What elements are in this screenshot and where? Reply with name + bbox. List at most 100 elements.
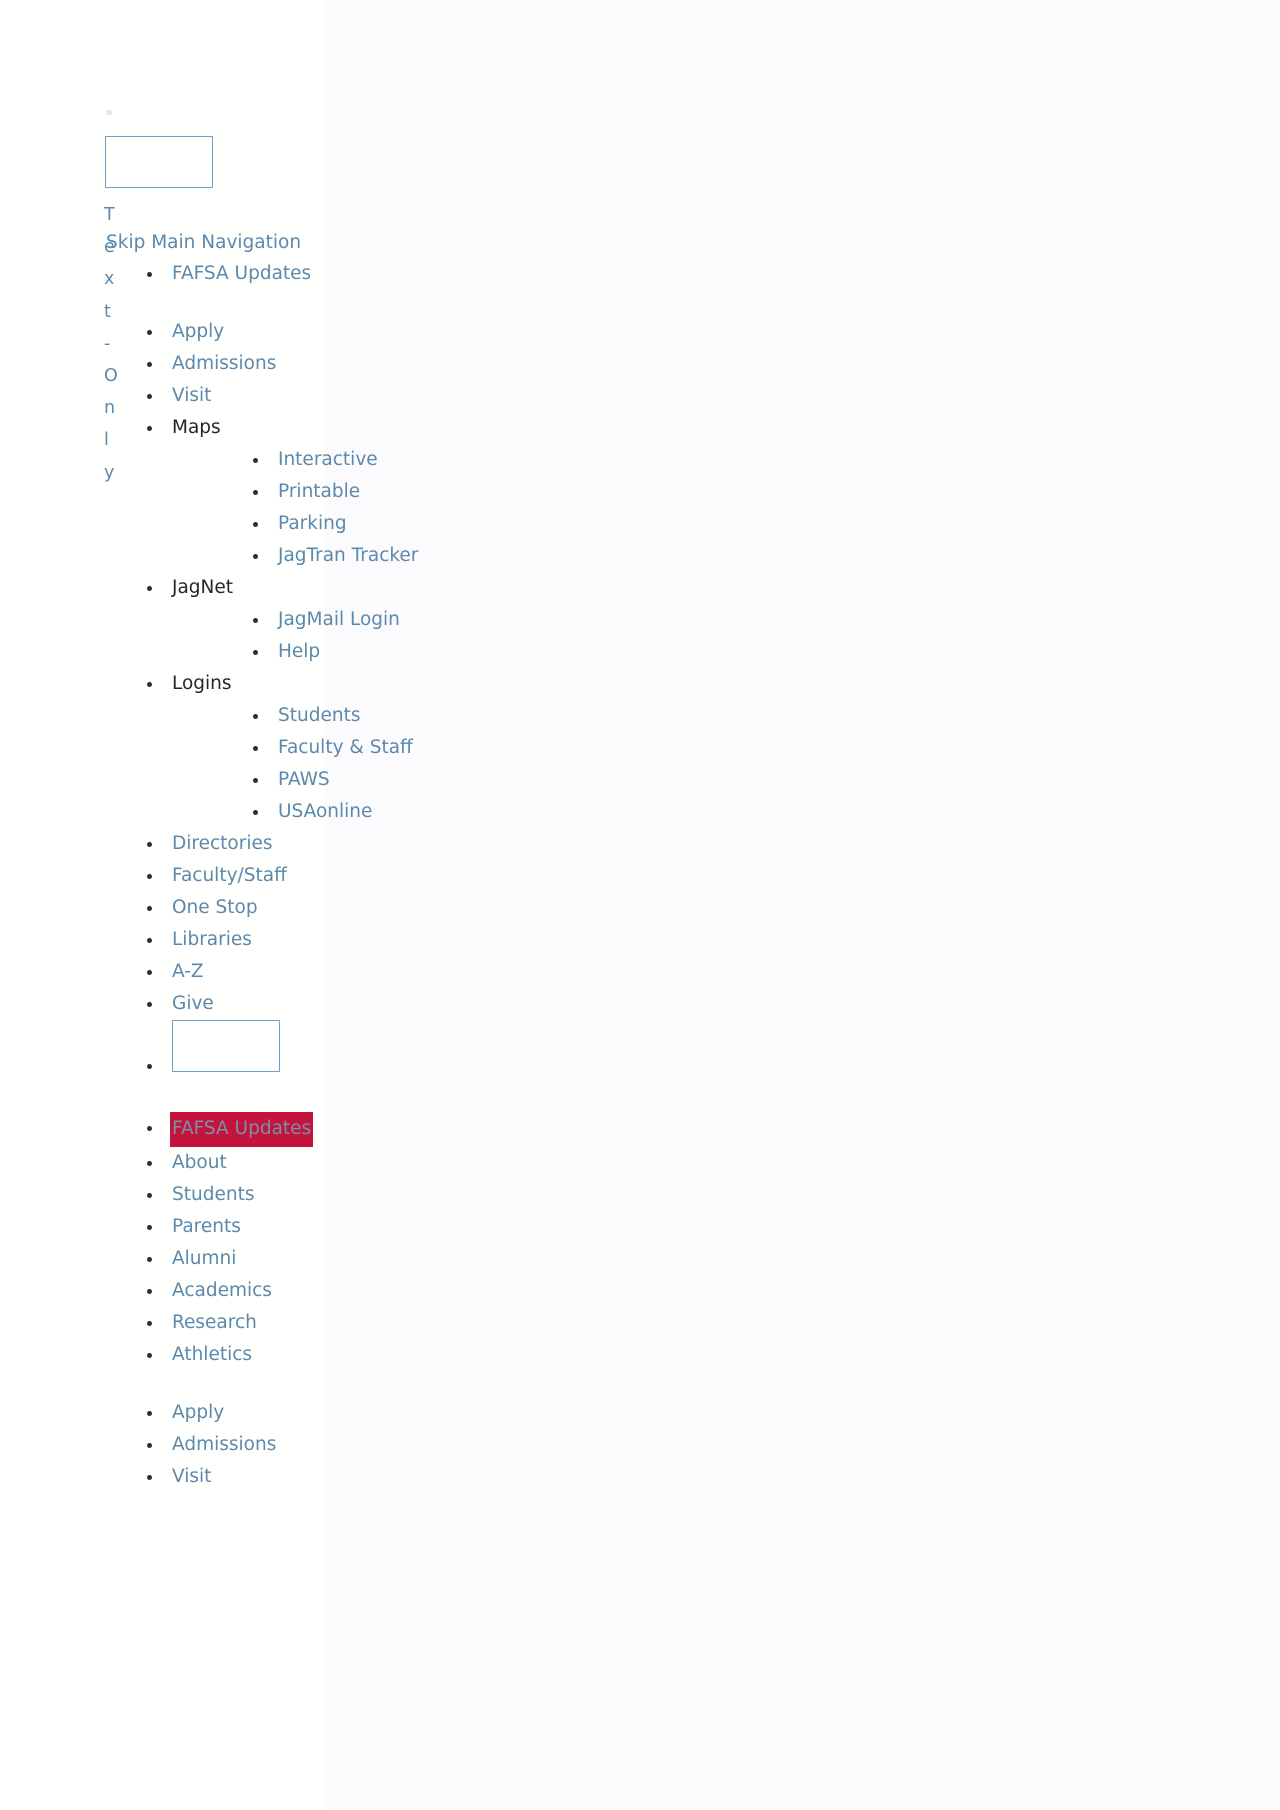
nav-item-maps: Maps Interactive Printable Parking JagTr… [132, 412, 692, 572]
bullet-icon [147, 874, 152, 879]
nav-item-academics[interactable]: Academics [132, 1275, 692, 1307]
bullet-icon [253, 490, 258, 495]
nav-item-libraries[interactable]: Libraries [132, 924, 692, 956]
nav-link-label[interactable]: A-Z [172, 956, 204, 988]
nav-item-jagmail-login[interactable]: JagMail Login [238, 604, 692, 636]
nav-item-visit[interactable]: Visit [132, 380, 692, 412]
nav-item-search[interactable] [132, 1020, 692, 1086]
nav-link-label[interactable]: Students [278, 700, 360, 732]
nav-link-label[interactable]: Faculty & Staff [278, 732, 413, 764]
nav-item-about[interactable]: About [132, 1147, 692, 1179]
bullet-icon [253, 746, 258, 751]
nav-group-label: Maps [172, 417, 221, 438]
nav-item-parents[interactable]: Parents [132, 1211, 692, 1243]
bullet-icon [253, 554, 258, 559]
nav-item-faculty-staff[interactable]: Faculty/Staff [132, 860, 692, 892]
bullet-icon [147, 1353, 152, 1358]
nav-spacer [132, 290, 692, 316]
nav-link-label[interactable]: Give [172, 988, 214, 1020]
nav-group-label: JagNet [172, 577, 234, 598]
bullet-icon [147, 272, 152, 277]
nav-link-label[interactable]: FAFSA Updates [170, 1112, 314, 1147]
nav-item-athletics[interactable]: Athletics [132, 1339, 692, 1371]
skip-main-navigation-link[interactable]: Skip Main Navigation [106, 231, 301, 255]
nav-item-a-z[interactable]: A-Z [132, 956, 692, 988]
nav-link-label[interactable]: Visit [172, 380, 211, 412]
nav-link-label[interactable]: Directories [172, 828, 272, 860]
bullet-icon [253, 810, 258, 815]
text-only-label: T e x t - O n l y [104, 199, 130, 489]
nav-item-maps-parking[interactable]: Parking [238, 508, 692, 540]
nav-link-label[interactable]: Apply [172, 1397, 224, 1429]
nav-link-label[interactable]: Students [172, 1179, 254, 1211]
text-only-char: e [104, 237, 115, 258]
nav-link-label[interactable]: Academics [172, 1275, 272, 1307]
nav-item-logins-students[interactable]: Students [238, 700, 692, 732]
bullet-icon [253, 522, 258, 527]
nav-item-maps-printable[interactable]: Printable [238, 476, 692, 508]
bullet-icon [147, 1002, 152, 1007]
nav-item-admissions-bottom[interactable]: Admissions [132, 1429, 692, 1461]
submenu-logins: Students Faculty & Staff PAWS USAonline [172, 700, 692, 828]
bullet-icon [253, 650, 258, 655]
nav-item-one-stop[interactable]: One Stop [132, 892, 692, 924]
nav-item-logins-paws[interactable]: PAWS [238, 764, 692, 796]
nav-item-students[interactable]: Students [132, 1179, 692, 1211]
nav-link-label[interactable]: Interactive [278, 444, 378, 476]
search-input-inline[interactable] [172, 1020, 280, 1072]
text-only-char: t [104, 301, 111, 322]
nav-link-label[interactable]: Faculty/Staff [172, 860, 287, 892]
nav-item-apply-bottom[interactable]: Apply [132, 1397, 692, 1429]
nav-item-logins-usaonline[interactable]: USAonline [238, 796, 692, 828]
nav-item-visit-bottom[interactable]: Visit [132, 1461, 692, 1493]
bullet-icon [253, 714, 258, 719]
nav-item-fafsa-updates[interactable]: FAFSA Updates [132, 258, 692, 290]
nav-item-jagnet: JagNet JagMail Login Help [132, 572, 692, 668]
bullet-icon [147, 1411, 152, 1416]
nav-item-directories[interactable]: Directories [132, 828, 692, 860]
bullet-icon [147, 842, 152, 847]
bullet-icon [147, 1443, 152, 1448]
nav-link-label[interactable]: Visit [172, 1461, 211, 1493]
bullet-icon [147, 362, 152, 367]
bullet-icon [147, 1321, 152, 1326]
nav-item-apply[interactable]: Apply [132, 316, 692, 348]
nav-link-label[interactable]: Printable [278, 476, 360, 508]
bullet-icon [147, 1193, 152, 1198]
nav-link-label[interactable]: Admissions [172, 1429, 276, 1461]
nav-link-label[interactable]: Help [278, 636, 320, 668]
nav-item-fafsa-updates-highlighted[interactable]: FAFSA Updates [132, 1112, 692, 1147]
nav-link-label[interactable]: Admissions [172, 348, 276, 380]
nav-item-logins-faculty-staff[interactable]: Faculty & Staff [238, 732, 692, 764]
nav-link-label[interactable]: USAonline [278, 796, 372, 828]
nav-link-label[interactable]: Libraries [172, 924, 252, 956]
bullet-icon [253, 458, 258, 463]
nav-item-maps-interactive[interactable]: Interactive [238, 444, 692, 476]
bullet-icon [147, 1257, 152, 1262]
nav-item-jagnet-help[interactable]: Help [238, 636, 692, 668]
main-navigation-list: FAFSA Updates Apply Admissions Visit Map… [132, 258, 692, 1086]
nav-link-label[interactable]: Athletics [172, 1339, 252, 1371]
bullet-icon [253, 778, 258, 783]
nav-item-alumni[interactable]: Alumni [132, 1243, 692, 1275]
nav-link-label[interactable]: About [172, 1147, 227, 1179]
nav-link-label[interactable]: Alumni [172, 1243, 236, 1275]
nav-link-label[interactable]: JagTran Tracker [278, 540, 418, 572]
nav-link-label[interactable]: Parking [278, 508, 347, 540]
nav-link-label[interactable]: FAFSA Updates [172, 258, 311, 290]
nav-item-research[interactable]: Research [132, 1307, 692, 1339]
bullet-icon [147, 1126, 152, 1131]
text-only-char: x [104, 269, 115, 290]
nav-item-admissions[interactable]: Admissions [132, 348, 692, 380]
text-only-toggle[interactable]: T e x t - O n l y [104, 110, 130, 489]
nav-item-logins: Logins Students Faculty & Staff PAWS USA… [132, 668, 692, 828]
nav-link-label[interactable]: JagMail Login [278, 604, 400, 636]
bullet-icon [147, 586, 152, 591]
nav-link-label[interactable]: One Stop [172, 892, 258, 924]
nav-link-label[interactable]: Apply [172, 316, 224, 348]
nav-item-give[interactable]: Give [132, 988, 692, 1020]
nav-link-label[interactable]: PAWS [278, 764, 330, 796]
nav-link-label[interactable]: Research [172, 1307, 257, 1339]
nav-item-maps-jagtran-tracker[interactable]: JagTran Tracker [238, 540, 692, 572]
nav-link-label[interactable]: Parents [172, 1211, 241, 1243]
